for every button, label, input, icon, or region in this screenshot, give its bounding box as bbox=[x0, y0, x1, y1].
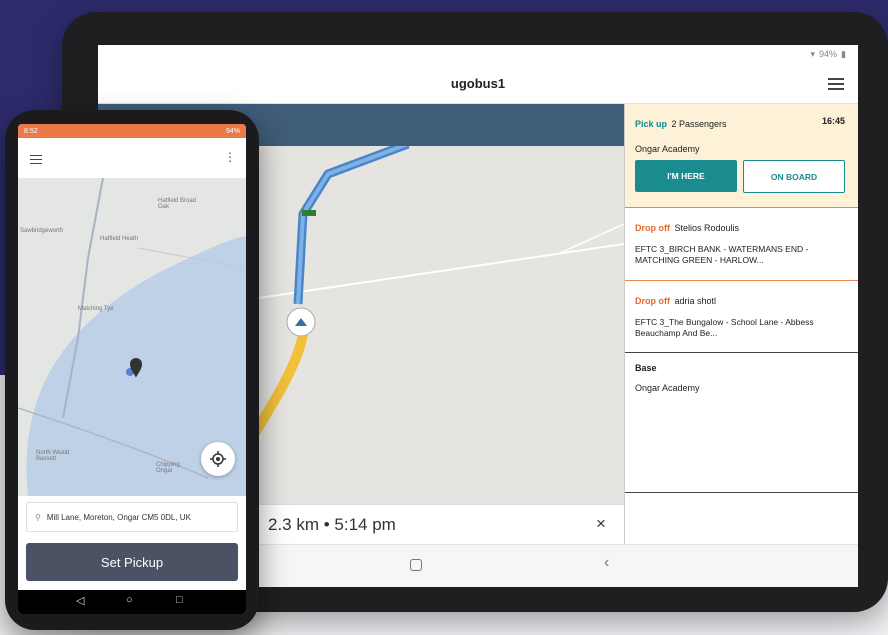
pickup-label: Pick up bbox=[635, 119, 668, 129]
map-label: Sawbridgeworth bbox=[20, 228, 64, 234]
recent-apps-icon[interactable]: □ bbox=[176, 594, 183, 606]
map-label: Matching Tye bbox=[78, 306, 114, 312]
dropoff-card[interactable]: Drop off adria shotl EFTC 3_The Bungalow… bbox=[625, 281, 858, 353]
dropoff-card[interactable]: Drop off Stelios Rodoulis EFTC 3_BIRCH B… bbox=[625, 208, 858, 281]
close-icon[interactable]: × bbox=[596, 514, 606, 534]
battery-level: 94% bbox=[819, 49, 838, 59]
crosshair-icon bbox=[210, 451, 226, 467]
dropoff-label: Drop off bbox=[635, 296, 670, 306]
stops-panel: Pick up 2 Passengers 16:45 Ongar Academy… bbox=[624, 104, 858, 544]
search-icon: ⚲ bbox=[35, 512, 41, 522]
map-label: Hatfield Broad Oak bbox=[158, 198, 197, 210]
im-here-button[interactable]: I'M HERE bbox=[635, 160, 737, 192]
base-place: Ongar Academy bbox=[635, 383, 700, 393]
on-board-button[interactable]: ON BOARD bbox=[743, 160, 845, 193]
set-pickup-button[interactable]: Set Pickup bbox=[26, 543, 238, 581]
map-label: Chipping Ongar bbox=[156, 462, 180, 474]
dropoff-label: Drop off bbox=[635, 223, 670, 233]
base-card[interactable]: Base Ongar Academy bbox=[625, 353, 858, 493]
status-time: 8:52 bbox=[24, 127, 38, 135]
more-options-icon[interactable]: ⋮ bbox=[224, 150, 236, 164]
dropoff-address: EFTC 3_BIRCH BANK - WATERMANS END - MATC… bbox=[635, 244, 809, 265]
map-label: Hatfield Heath bbox=[100, 236, 139, 242]
tablet-status-bar: ▾ 94% ▮ bbox=[98, 45, 858, 63]
distance-eta: 2.3 km • 5:14 pm bbox=[268, 515, 396, 534]
phone-system-nav: ◁ ○ □ bbox=[18, 590, 246, 614]
passenger-name: Stelios Rodoulis bbox=[674, 223, 739, 233]
home-icon[interactable] bbox=[410, 559, 422, 571]
phone-screen: 8:52 94% ⋮ Hatfield Heath Hatfield Broad… bbox=[18, 124, 246, 614]
base-label: Base bbox=[635, 363, 657, 373]
phone-device: 8:52 94% ⋮ Hatfield Heath Hatfield Broad… bbox=[5, 110, 259, 630]
passenger-count: 2 Passengers bbox=[671, 119, 727, 129]
back-icon[interactable]: ‹ bbox=[604, 554, 609, 572]
phone-app-bar: ⋮ bbox=[18, 138, 246, 179]
pickup-address-field[interactable]: ⚲ Mill Lane, Moreton, Ongar CM5 0DL, UK bbox=[26, 502, 238, 532]
passenger-name: adria shotl bbox=[674, 296, 716, 306]
app-title: ugobus1 bbox=[450, 75, 506, 91]
home-icon[interactable]: ○ bbox=[126, 594, 133, 606]
phone-map[interactable]: Hatfield Heath Hatfield Broad Oak Sawbri… bbox=[18, 178, 246, 496]
pickup-address-text: Mill Lane, Moreton, Ongar CM5 0DL, UK bbox=[46, 512, 191, 522]
dropoff-address: EFTC 3_The Bungalow - School Lane - Abbe… bbox=[635, 317, 814, 338]
battery-level: 94% bbox=[225, 127, 240, 135]
my-location-button[interactable] bbox=[201, 442, 235, 476]
hamburger-menu-icon[interactable] bbox=[30, 152, 42, 167]
back-icon[interactable]: ◁ bbox=[76, 594, 84, 607]
wifi-icon: ▾ bbox=[810, 48, 816, 59]
pickup-time: 16:45 bbox=[821, 116, 845, 126]
pickup-place: Ongar Academy bbox=[635, 144, 700, 154]
battery-icon: ▮ bbox=[841, 48, 846, 59]
map-label: North Weald Bassett bbox=[36, 450, 70, 462]
tablet-app-bar: ugobus1 bbox=[98, 63, 858, 104]
hamburger-menu-icon[interactable] bbox=[828, 75, 844, 90]
phone-status-bar: 8:52 94% bbox=[18, 124, 246, 138]
pickup-card[interactable]: Pick up 2 Passengers 16:45 Ongar Academy… bbox=[625, 104, 858, 208]
